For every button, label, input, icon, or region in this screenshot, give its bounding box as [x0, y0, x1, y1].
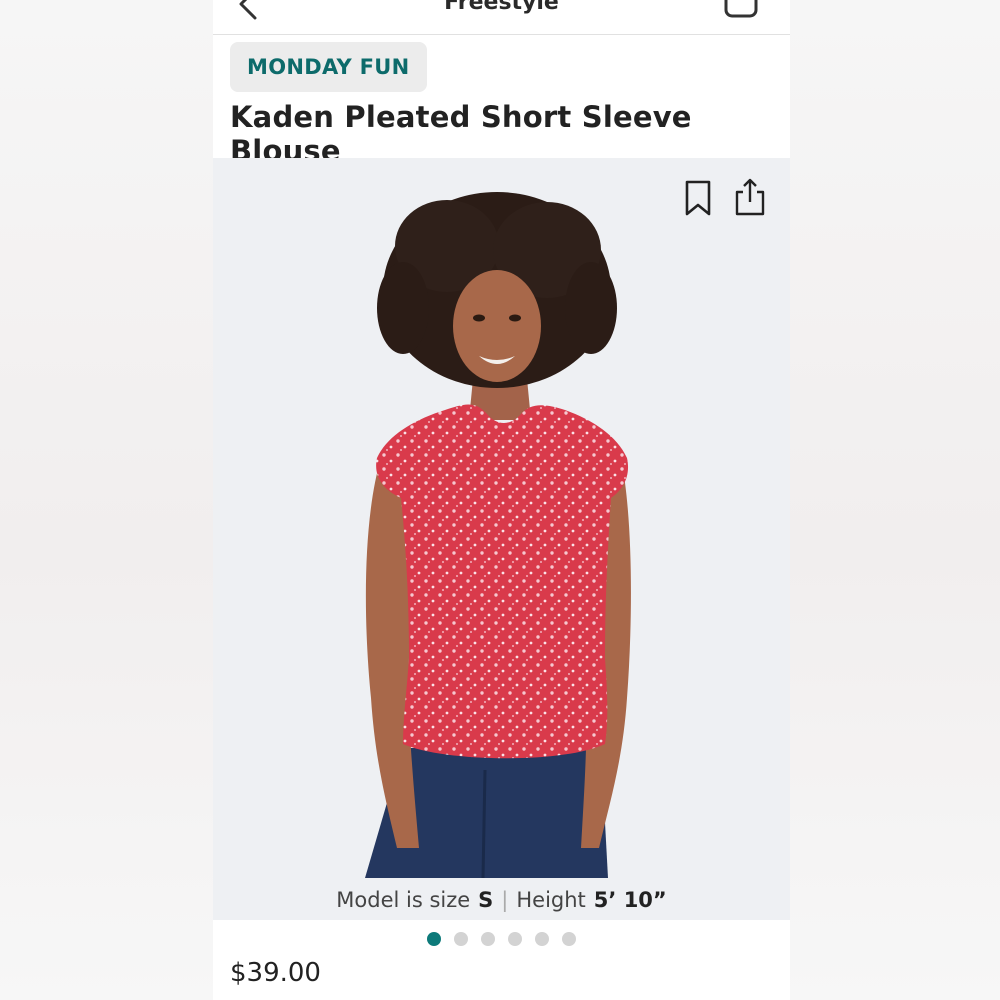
pagination-dot-1[interactable]: [427, 932, 441, 946]
right-backdrop: [790, 0, 1000, 1000]
top-nav-bar: Freestyle: [213, 0, 790, 35]
app-title: Freestyle: [444, 0, 559, 15]
pagination-dot-3[interactable]: [481, 932, 495, 946]
share-button[interactable]: [733, 176, 767, 218]
model-size-label: Model is size: [336, 888, 471, 912]
model-size-value: S: [478, 888, 494, 912]
pagination-dot-4[interactable]: [508, 932, 522, 946]
pagination-dot-5[interactable]: [535, 932, 549, 946]
product-price: $39.00: [230, 958, 321, 988]
product-page: Freestyle MONDAY FUN Kaden Pleated Short…: [213, 0, 790, 1000]
bookmark-button[interactable]: [683, 178, 713, 218]
model-photo: [365, 192, 631, 878]
gallery-pagination: [213, 932, 790, 946]
caption-divider: |: [501, 888, 509, 912]
left-backdrop: [0, 0, 213, 1000]
bag-icon: [724, 0, 758, 18]
share-icon: [735, 178, 765, 216]
pagination-dot-6[interactable]: [562, 932, 576, 946]
model-size-caption: Model is size S | Height 5’ 10”: [213, 880, 790, 920]
bookmark-icon: [685, 180, 711, 216]
shopping-bag-button[interactable]: [724, 0, 758, 20]
model-height-value: 5’ 10”: [593, 888, 667, 912]
product-image-gallery[interactable]: Model is size S | Height 5’ 10”: [213, 158, 790, 920]
model-height-label: Height: [516, 888, 586, 912]
pagination-dot-2[interactable]: [454, 932, 468, 946]
collection-badge[interactable]: MONDAY FUN: [230, 42, 427, 92]
